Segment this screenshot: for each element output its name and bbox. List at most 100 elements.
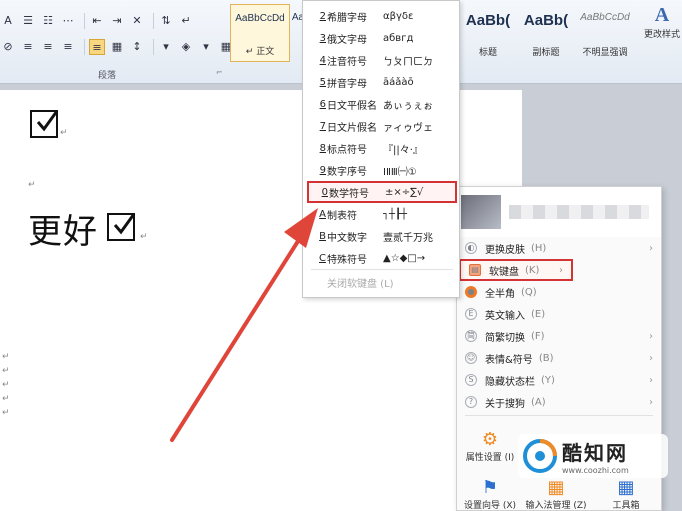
item-sample: ァィゥヴェ	[383, 122, 433, 134]
item-accelerator: 7	[319, 120, 326, 132]
change-styles-button[interactable]: A 更改样式	[642, 4, 682, 62]
ribbon-tool-button[interactable]: ⇅	[158, 13, 174, 29]
item-sample: ▲☆◆□→	[383, 252, 426, 264]
word-window: A☰☷⋯⇤⇥✕⇅↵ ⊘≡≡≡≡▦↕▾◈▾▦▾ 段落 ⌐ AaBbCcDd ↵ 正…	[0, 0, 682, 511]
ribbon-tool-button[interactable]: ≡	[40, 39, 56, 55]
ribbon-tool-button[interactable]: ⋯	[60, 13, 76, 29]
ribbon-tool-button[interactable]: ⇤	[89, 13, 105, 29]
ime-tool-tile[interactable]: ⚑ 设置向导 (X)	[457, 471, 523, 511]
item-shortcut: (F)	[531, 330, 545, 342]
ime-menu-item[interactable]: 简简繁切换 (F) ›	[457, 325, 661, 347]
item-accelerator: A	[319, 208, 326, 220]
style-normal[interactable]: AaBbCcDd ↵ 正文	[230, 4, 290, 62]
soft-keyboard-item[interactable]: A 制表符 ┐┼┠┼	[303, 203, 461, 225]
soft-keyboard-item[interactable]: C 特殊符号 ▲☆◆□→	[303, 247, 461, 269]
ribbon-tool-button[interactable]: ▦	[109, 39, 125, 55]
chevron-right-icon: ›	[649, 396, 653, 408]
soft-keyboard-item[interactable]: 3 俄文字母 абвгд	[303, 27, 461, 49]
style-sample: AaBbCcDd	[580, 12, 630, 23]
ime-menu-item[interactable]: ● 全半角 (Q)	[457, 281, 661, 303]
ime-menu-item[interactable]: ◐ 更换皮肤 (H) ›	[457, 237, 661, 259]
ime-menu-item[interactable]: S 隐藏状态栏 (Y) ›	[457, 369, 661, 391]
ribbon-tool-button[interactable]: ≡	[60, 39, 76, 55]
paragraph-mark: ↵	[140, 232, 148, 242]
paragraph-mark: ↵	[2, 366, 10, 376]
ribbon-tool-button[interactable]: ≡	[89, 39, 105, 55]
soft-keyboard-item[interactable]: 7 日文片假名 ァィゥヴェ	[303, 115, 461, 137]
ribbon-tool-button[interactable]: ◈	[178, 39, 194, 55]
soft-keyboard-item[interactable]: 0 数学符号 ±×÷∑√	[307, 181, 457, 203]
item-accelerator: 3	[319, 32, 326, 44]
paragraph-dialog-launcher[interactable]: ⌐	[216, 68, 223, 77]
style-name: 副标题	[532, 48, 560, 58]
ribbon-row-1: A ☰ ☷ ⋯ ⇤ ⇥ ✕ ⇅ ↵	[0, 10, 198, 32]
item-label: 软键盘	[489, 266, 519, 278]
item-label: 日文平假名	[327, 100, 377, 112]
chevron-right-icon: ›	[649, 374, 653, 386]
soft-keyboard-item[interactable]: 2 希腊字母 αβγδε	[303, 5, 461, 27]
paragraph-mark: ↵	[2, 352, 10, 362]
item-label: 隐藏状态栏	[485, 376, 535, 388]
soft-keyboard-item[interactable]: 4 注音符号 ㄅㄆㄇㄈㄉ	[303, 49, 461, 71]
item-accelerator: 5	[319, 76, 326, 88]
ribbon-tool-button[interactable]: ⊘	[0, 39, 16, 55]
checkbox-symbol-icon	[30, 110, 59, 138]
ribbon-row-2: ⊘≡≡≡≡▦↕▾◈▾▦▾	[0, 36, 258, 58]
item-sample: āáǎàō	[383, 76, 414, 88]
soft-keyboard-item[interactable]: 8 标点符号 『||々·』	[303, 137, 461, 159]
item-shortcut: (H)	[531, 242, 547, 254]
ribbon-tool-button[interactable]: ↵	[178, 13, 194, 29]
ribbon-separator	[153, 13, 154, 29]
item-label: 标点符号	[327, 144, 367, 156]
style-title[interactable]: AaBb( 标题	[460, 4, 516, 62]
ime-menu-item[interactable]: ? 关于搜狗 (A) ›	[457, 391, 661, 413]
document-text: 更好	[28, 212, 98, 252]
soft-keyboard-item[interactable]: 5 拼音字母 āáǎàō	[303, 71, 461, 93]
watermark-name: 酷知网	[562, 441, 628, 465]
tile-icon: ⚑	[481, 476, 499, 498]
ime-menu-item[interactable]: ☺ 表情&符号 (B) ›	[457, 347, 661, 369]
soft-keyboard-item[interactable]: B 中文数字 壹贰千万兆	[303, 225, 461, 247]
item-shortcut: (K)	[525, 264, 540, 276]
style-sample: AaBb(	[523, 12, 569, 29]
item-label: 全半角	[485, 288, 515, 300]
chevron-right-icon: ›	[649, 330, 653, 342]
item-accelerator: 0	[321, 186, 328, 198]
soft-keyboard-item[interactable]: 6 日文平假名 あぃぅぇぉ	[303, 93, 461, 115]
style-subtle-emphasis[interactable]: AaBbCcDd 不明显强调	[574, 4, 636, 62]
menu-item-icon: ☺	[465, 352, 477, 364]
close-soft-keyboard-item[interactable]: 关闭软键盘 (L)	[303, 275, 461, 290]
ribbon-tool-button[interactable]: ✕	[129, 13, 145, 29]
item-accelerator: 9	[319, 164, 326, 176]
ribbon-tool-button[interactable]: ≡	[20, 39, 36, 55]
coozhi-logo-icon	[523, 439, 557, 473]
chevron-right-icon: ›	[649, 242, 653, 254]
item-shortcut: (A)	[531, 396, 546, 408]
ime-tool-tile[interactable]: ⚙ 属性设置 (I)	[457, 423, 523, 469]
style-sample: AaBb(	[465, 12, 511, 29]
item-accelerator: C	[319, 252, 326, 264]
style-subtitle[interactable]: AaBb( 副标题	[518, 4, 574, 62]
ribbon-tool-button[interactable]: ☰	[20, 13, 36, 29]
soft-keyboard-item[interactable]: 9 数字序号 ⅠⅡⅢ㈠①	[303, 159, 461, 181]
item-shortcut: (B)	[538, 352, 554, 364]
account-name-blurred	[509, 205, 649, 219]
watermark-url: www.coozhi.com	[562, 466, 629, 475]
paragraph-mark: ↵	[2, 408, 10, 418]
paragraph-group-label: 段落	[98, 71, 117, 81]
ribbon-tool-button[interactable]: ↕	[129, 39, 145, 55]
ribbon-tool-button[interactable]: ☷	[40, 13, 56, 29]
ribbon-tool-button[interactable]: ⇥	[109, 13, 125, 29]
style-name: 标题	[478, 48, 497, 58]
ime-menu-item[interactable]: E 英文输入 (E)	[457, 303, 661, 325]
chevron-right-icon: ›	[559, 264, 563, 276]
ribbon-tool-button[interactable]: A	[0, 13, 16, 29]
ribbon-tool-button[interactable]: ▾	[198, 39, 214, 55]
change-styles-label: 更改样式	[643, 30, 680, 40]
ime-menu-item[interactable]: ▤ 软键盘 (K) ›	[459, 259, 573, 281]
ribbon-separator	[84, 13, 85, 29]
ribbon-tool-button[interactable]: ▾	[158, 39, 174, 55]
item-sample: あぃぅぇぉ	[383, 100, 433, 112]
tile-icon: ▦	[617, 476, 635, 498]
item-accelerator: 4	[319, 54, 326, 66]
